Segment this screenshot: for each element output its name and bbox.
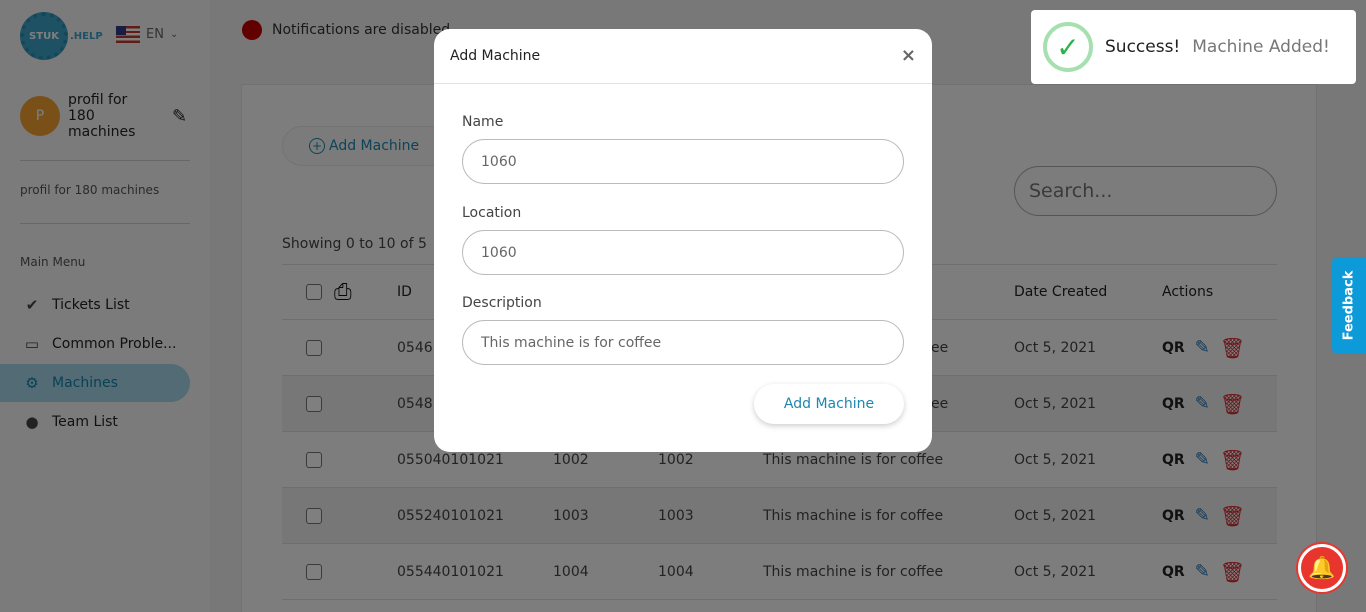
description-field[interactable]	[462, 320, 904, 365]
notification-bell-icon[interactable]: 🔔	[1298, 544, 1346, 592]
success-toast: ✓ Success! Machine Added!	[1031, 10, 1356, 84]
success-check-icon: ✓	[1043, 22, 1093, 72]
location-label: Location	[462, 205, 522, 221]
feedback-tab[interactable]: Feedback	[1332, 257, 1366, 354]
toast-title: Success!	[1105, 37, 1181, 57]
name-label: Name	[462, 114, 504, 130]
description-label: Description	[462, 295, 542, 311]
name-field[interactable]	[462, 139, 904, 184]
close-icon[interactable]: ×	[901, 45, 916, 66]
add-machine-submit-button[interactable]: Add Machine	[754, 384, 904, 424]
modal-header: Add Machine ×	[434, 29, 932, 84]
modal-title: Add Machine	[450, 48, 541, 64]
toast-message: Machine Added!	[1192, 37, 1330, 57]
feedback-label: Feedback	[1341, 270, 1357, 341]
add-machine-modal: Add Machine × Name Location Description …	[434, 29, 932, 452]
location-field[interactable]	[462, 230, 904, 275]
